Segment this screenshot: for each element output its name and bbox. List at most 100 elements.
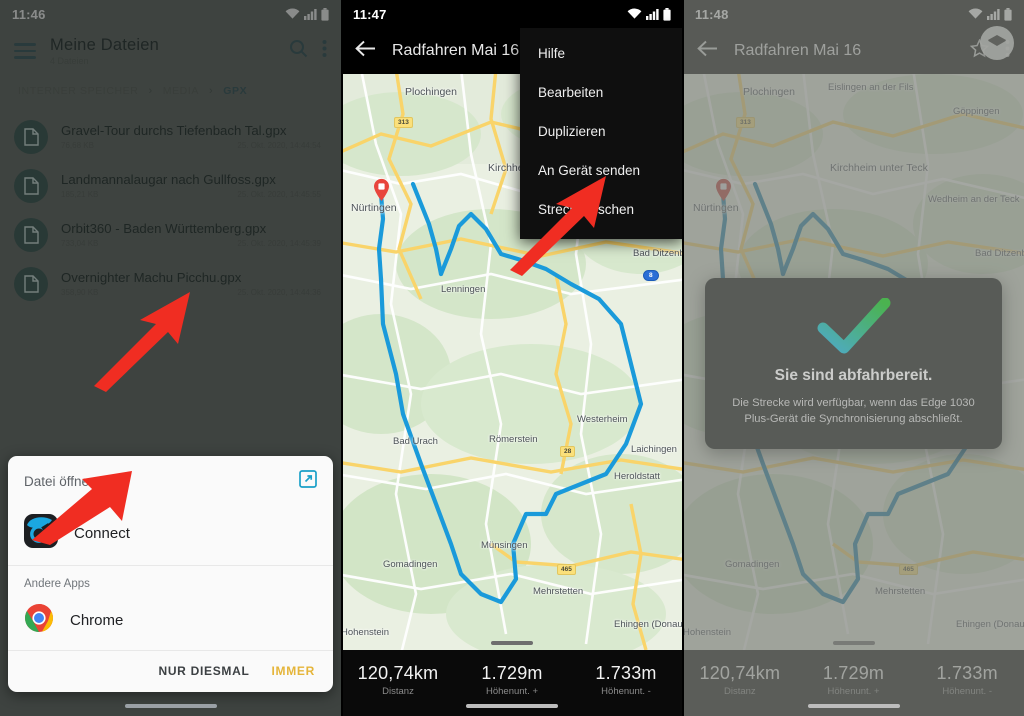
breadcrumb-item-0[interactable]: INTERNER SPEICHER — [18, 85, 138, 97]
file-icon — [14, 168, 48, 203]
file-meta: Orbit360 - Baden Württemberg.gpx 733,04 … — [61, 221, 327, 248]
breadcrumb: INTERNER SPEICHER › MEDIA › GPX — [0, 74, 341, 108]
screenshot-stage: 11:46 Meine Dateien 4 Dateien INTERNER S… — [0, 0, 1024, 716]
share-sheet-title: Datei öffnen mit... — [24, 474, 130, 489]
map-label: Bad Urach — [393, 436, 438, 447]
cellular-signal-icon — [304, 9, 317, 20]
list-item[interactable]: Gravel-Tour durchs Tiefenbach Tal.gpx 76… — [0, 112, 341, 161]
wifi-icon — [627, 8, 642, 19]
stat-value: 120,74km — [699, 663, 781, 683]
panel-route-menu: 11:47 Radfahren Mai 16 Plochingen Kirchh… — [341, 0, 683, 716]
road-shield: 465 — [557, 564, 576, 575]
open-external-icon[interactable] — [299, 470, 317, 493]
file-name: Overnighter Machu Picchu.gpx — [61, 270, 242, 285]
road-shield: 28 — [560, 446, 576, 457]
panel-divider — [341, 0, 343, 716]
status-bar-2: 11:47 — [341, 0, 683, 28]
file-date: 25. Okt. 2020, 14:44:36 — [237, 288, 321, 297]
overflow-menu-icon[interactable] — [322, 39, 327, 63]
file-name: Orbit360 - Baden Württemberg.gpx — [61, 221, 267, 236]
nav-gesture-pill — [807, 704, 900, 708]
file-icon — [14, 266, 48, 301]
battery-icon — [321, 7, 329, 21]
file-icon — [14, 119, 48, 154]
file-meta: Gravel-Tour durchs Tiefenbach Tal.gpx 76… — [61, 123, 327, 150]
dialog-body: Die Strecke wird verfügbar, wenn das Edg… — [732, 397, 975, 426]
bottom-sheet-grabber[interactable] — [832, 641, 875, 645]
file-name: Gravel-Tour durchs Tiefenbach Tal.gpx — [61, 123, 287, 138]
file-size: 76,68 KB — [61, 141, 94, 150]
stat-label: Höhenunt. - — [942, 686, 992, 697]
status-icons — [285, 7, 329, 21]
menu-item-strecke-loeschen[interactable]: Strecke löschen — [520, 190, 683, 229]
bottom-sheet-grabber[interactable] — [491, 641, 533, 645]
stat-ascent: 1.729m Höhenunt. + — [455, 663, 569, 697]
battery-icon — [1004, 7, 1012, 21]
menu-item-hilfe[interactable]: Hilfe — [520, 34, 683, 73]
back-arrow-icon[interactable] — [355, 40, 376, 62]
map-layers-icon[interactable] — [980, 26, 1014, 60]
share-target-connect[interactable]: Connect — [8, 505, 333, 566]
menu-item-duplizieren[interactable]: Duplizieren — [520, 112, 683, 151]
map-label: Mehrstetten — [533, 586, 584, 597]
map-label: Hohenstein — [341, 627, 390, 638]
file-date: 25. Okt. 2020, 14:45:55 — [237, 190, 321, 199]
route-appbar-3: Radfahren Mai 16 — [683, 28, 1024, 74]
file-submeta: 76,68 KB 25. Okt. 2020, 14:44:54 — [61, 141, 327, 150]
list-item[interactable]: Overnighter Machu Picchu.gpx 358,90 KB 2… — [0, 259, 341, 308]
map-label: Plochingen — [743, 86, 795, 98]
status-bar-1: 11:46 — [0, 0, 341, 28]
file-date: 25. Okt. 2020, 14:44:54 — [237, 141, 321, 150]
just-once-button[interactable]: NUR DIESMAL — [158, 664, 249, 678]
status-time: 11:46 — [12, 6, 46, 22]
map-label: Bad Ditzenbach — [975, 248, 1024, 259]
map-label: Römerstein — [489, 434, 538, 445]
status-bar-3: 11:48 — [683, 0, 1024, 28]
share-target-label: Chrome — [70, 612, 124, 629]
map-label: Mehrstetten — [875, 586, 926, 597]
file-size: 185,21 KB — [61, 190, 99, 199]
file-submeta: 358,90 KB 25. Okt. 2020, 14:44:36 — [61, 288, 327, 297]
file-count-label: 4 Dateien — [50, 56, 89, 66]
map-label: Ehingen (Donau) — [956, 619, 1024, 630]
file-icon — [14, 217, 48, 252]
menu-item-bearbeiten[interactable]: Bearbeiten — [520, 73, 683, 112]
success-check-icon — [815, 297, 893, 358]
breadcrumb-item-2[interactable]: GPX — [223, 85, 247, 97]
file-manager-titles: Meine Dateien 4 Dateien — [50, 36, 275, 66]
menu-item-an-geraet-senden[interactable]: An Gerät senden — [520, 151, 683, 190]
map-label: Westerheim — [577, 414, 628, 425]
map-label: Münsingen — [481, 540, 528, 551]
stat-label: Höhenunt. + — [827, 686, 880, 697]
stat-value: 1.729m — [822, 663, 885, 683]
map-label: Nürtingen — [693, 202, 739, 214]
overflow-menu: Hilfe Bearbeiten Duplizieren An Gerät se… — [520, 28, 683, 239]
list-item[interactable]: Landmannalaugar nach Gullfoss.gpx 185,21… — [0, 161, 341, 210]
stat-descent: 1.733m Höhenunt. - — [910, 663, 1024, 697]
chevron-right-icon: › — [209, 85, 214, 97]
stat-label: Distanz — [723, 686, 756, 697]
road-shield: 8 — [643, 270, 659, 281]
dialog-title: Sie sind abfahrbereit. — [774, 367, 933, 384]
chrome-icon — [24, 603, 54, 638]
status-icons — [627, 7, 671, 21]
wifi-icon — [285, 8, 300, 19]
list-item[interactable]: Orbit360 - Baden Württemberg.gpx 733,04 … — [0, 210, 341, 259]
garmin-connect-icon — [24, 514, 58, 553]
hamburger-icon[interactable] — [14, 43, 36, 59]
map-label: Wedheim an der Teck — [928, 194, 1020, 205]
back-arrow-icon[interactable] — [697, 40, 718, 62]
always-button[interactable]: IMMER — [272, 664, 316, 678]
map-label: Nürtingen — [351, 202, 397, 214]
map-label: Kirchheim unter Teck — [830, 162, 928, 174]
stat-value: 1.733m — [595, 663, 657, 683]
road-shield: 313 — [736, 117, 755, 128]
file-date: 25. Okt. 2020, 14:45:39 — [237, 239, 321, 248]
map-label: Lenningen — [441, 284, 486, 295]
map-label: Gomadingen — [383, 559, 438, 570]
share-sheet-footer: NUR DIESMAL IMMER — [8, 650, 333, 692]
search-icon[interactable] — [289, 39, 308, 63]
breadcrumb-item-1[interactable]: MEDIA — [163, 85, 199, 97]
share-target-chrome[interactable]: Chrome — [8, 594, 333, 650]
panel-success-dialog: 11:48 Radfahren Mai 16 Plochingen Eislin… — [683, 0, 1024, 716]
